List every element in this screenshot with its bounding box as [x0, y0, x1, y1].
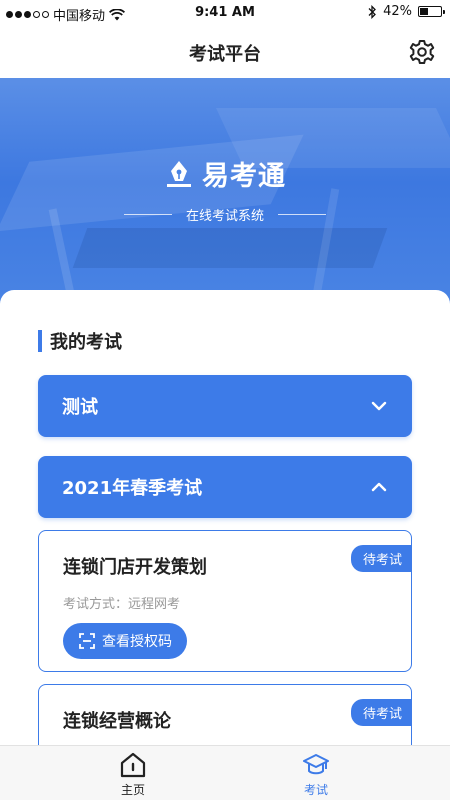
page-title: 考试平台 [189, 44, 261, 65]
banner-desk-shape [72, 228, 388, 268]
brand-logo: 易考通 [0, 154, 450, 193]
pen-logo-icon [167, 160, 191, 187]
tab-home[interactable]: 主页 [88, 752, 178, 798]
brand-subtitle: 在线考试系统 [0, 205, 450, 224]
gear-icon[interactable] [408, 38, 436, 66]
chevron-up-icon [371, 482, 387, 492]
exam-list-panel: 我的考试 测试 2021年春季考试 连锁门店开发策划 待考试 考试方式：远程网考… [0, 290, 450, 745]
exam-card[interactable]: 连锁经营概论 待考试 [38, 684, 412, 745]
brand-name: 易考通 [202, 161, 286, 192]
exam-title: 连锁门店开发策划 [63, 557, 207, 578]
status-badge: 待考试 [350, 699, 412, 726]
divider [278, 214, 326, 215]
view-auth-code-button[interactable]: 查看授权码 [63, 623, 187, 659]
section-header: 我的考试 [38, 328, 122, 354]
exam-title: 连锁经营概论 [63, 711, 171, 732]
exam-method: 考试方式：远程网考 [63, 597, 181, 612]
view-auth-code-label: 查看授权码 [102, 634, 172, 650]
battery-fill [420, 8, 429, 15]
exam-group-spring-2021[interactable]: 2021年春季考试 [38, 456, 412, 518]
bluetooth-icon [368, 4, 377, 19]
section-accent-bar [38, 330, 42, 352]
exam-group-label: 2021年春季考试 [62, 478, 203, 499]
tab-exam[interactable]: 考试 [271, 752, 361, 798]
chevron-down-icon [371, 401, 387, 411]
divider [123, 214, 172, 215]
status-right: 42% [367, 4, 445, 19]
battery-percent: 42% [383, 4, 412, 19]
battery-icon [418, 6, 445, 17]
hero-banner: 易考通 在线考试系统 [0, 78, 450, 310]
nav-bar: 考试平台 [0, 26, 450, 78]
exam-group-test[interactable]: 测试 [38, 375, 412, 437]
home-icon [120, 752, 146, 778]
tab-home-label: 主页 [120, 783, 145, 797]
exam-card[interactable]: 连锁门店开发策划 待考试 考试方式：远程网考 查看授权码 [38, 530, 412, 672]
tab-exam-label: 考试 [303, 783, 328, 797]
status-badge: 待考试 [350, 545, 412, 572]
status-bar: 中国移动 9:41 AM 42% [0, 0, 450, 26]
tab-bar: 主页 考试 [0, 745, 450, 800]
section-title: 我的考试 [50, 332, 122, 353]
scan-icon [79, 633, 95, 649]
exam-group-label: 测试 [62, 397, 98, 418]
brand-subtitle-text: 在线考试系统 [185, 209, 264, 224]
graduation-cap-icon [303, 754, 329, 775]
